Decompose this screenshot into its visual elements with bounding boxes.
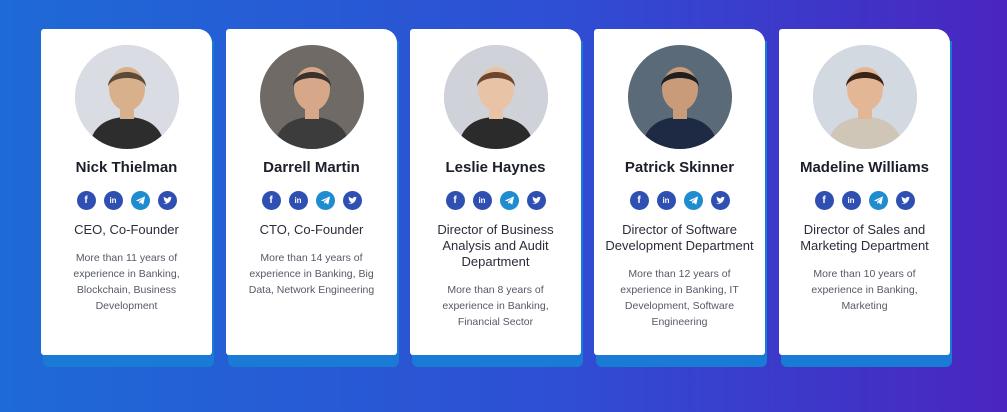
card-body: Madeline Williams f in Director of Sales… (779, 29, 950, 355)
avatar-photo (260, 45, 364, 149)
telegram-icon[interactable] (683, 191, 703, 210)
member-name: Patrick Skinner (624, 159, 735, 176)
avatar (444, 45, 548, 149)
avatar (260, 45, 364, 149)
team-card: Leslie Haynes f in Director of Business … (410, 29, 583, 367)
social-links: f in (779, 191, 950, 210)
linkedin-icon[interactable]: in (841, 191, 861, 210)
member-name: Nick Thielman (75, 159, 178, 176)
facebook-icon[interactable]: f (445, 191, 465, 210)
social-links: f in (41, 191, 212, 210)
avatar-photo (628, 45, 732, 149)
facebook-icon[interactable]: f (814, 191, 834, 210)
linkedin-icon[interactable]: in (656, 191, 676, 210)
member-description: More than 11 years of experience in Bank… (73, 252, 180, 312)
member-name: Darrell Martin (263, 159, 360, 176)
team-card: Madeline Williams f in Director of Sales… (779, 29, 952, 367)
team-card: Nick Thielman f in CEO, Co-Founder More … (41, 29, 214, 367)
avatar (813, 45, 917, 149)
telegram-icon[interactable] (868, 191, 888, 210)
linkedin-icon[interactable]: in (288, 191, 308, 210)
social-links: f in (226, 191, 397, 210)
linkedin-icon[interactable]: in (472, 191, 492, 210)
social-links: f in (410, 191, 581, 210)
twitter-icon[interactable] (895, 191, 915, 210)
facebook-icon[interactable]: f (261, 191, 281, 210)
telegram-icon[interactable] (315, 191, 335, 210)
twitter-icon[interactable] (526, 191, 546, 210)
avatar-photo (444, 45, 548, 149)
member-description: More than 14 years of experience in Bank… (248, 252, 375, 296)
linkedin-icon[interactable]: in (103, 191, 123, 210)
member-name: Leslie Haynes (445, 159, 546, 176)
facebook-icon[interactable]: f (76, 191, 96, 210)
card-body: Darrell Martin f in CTO, Co-Founder More… (226, 29, 397, 355)
member-description: More than 10 years of experience in Bank… (811, 268, 918, 312)
twitter-icon[interactable] (710, 191, 730, 210)
facebook-icon[interactable]: f (629, 191, 649, 210)
avatar (75, 45, 179, 149)
member-role: Director of Business Analysis and Audit … (437, 222, 554, 269)
member-description: More than 8 years of experience in Banki… (442, 284, 549, 328)
avatar-photo (813, 45, 917, 149)
member-role: Director of Sales and Marketing Departme… (800, 222, 929, 253)
avatar-photo (75, 45, 179, 149)
card-body: Leslie Haynes f in Director of Business … (410, 29, 581, 355)
telegram-icon[interactable] (130, 191, 150, 210)
twitter-icon[interactable] (157, 191, 177, 210)
avatar (628, 45, 732, 149)
member-role: Director of Software Development Departm… (605, 222, 754, 253)
member-description: More than 12 years of experience in Bank… (620, 268, 739, 328)
team-card: Darrell Martin f in CTO, Co-Founder More… (226, 29, 399, 367)
team-card: Patrick Skinner f in Director of Softwar… (594, 29, 767, 367)
member-name: Madeline Williams (799, 159, 930, 176)
member-role: CTO, Co-Founder (259, 222, 364, 237)
card-body: Nick Thielman f in CEO, Co-Founder More … (41, 29, 212, 355)
card-body: Patrick Skinner f in Director of Softwar… (594, 29, 765, 355)
social-links: f in (594, 191, 765, 210)
telegram-icon[interactable] (499, 191, 519, 210)
twitter-icon[interactable] (342, 191, 362, 210)
member-role: CEO, Co-Founder (74, 222, 179, 237)
